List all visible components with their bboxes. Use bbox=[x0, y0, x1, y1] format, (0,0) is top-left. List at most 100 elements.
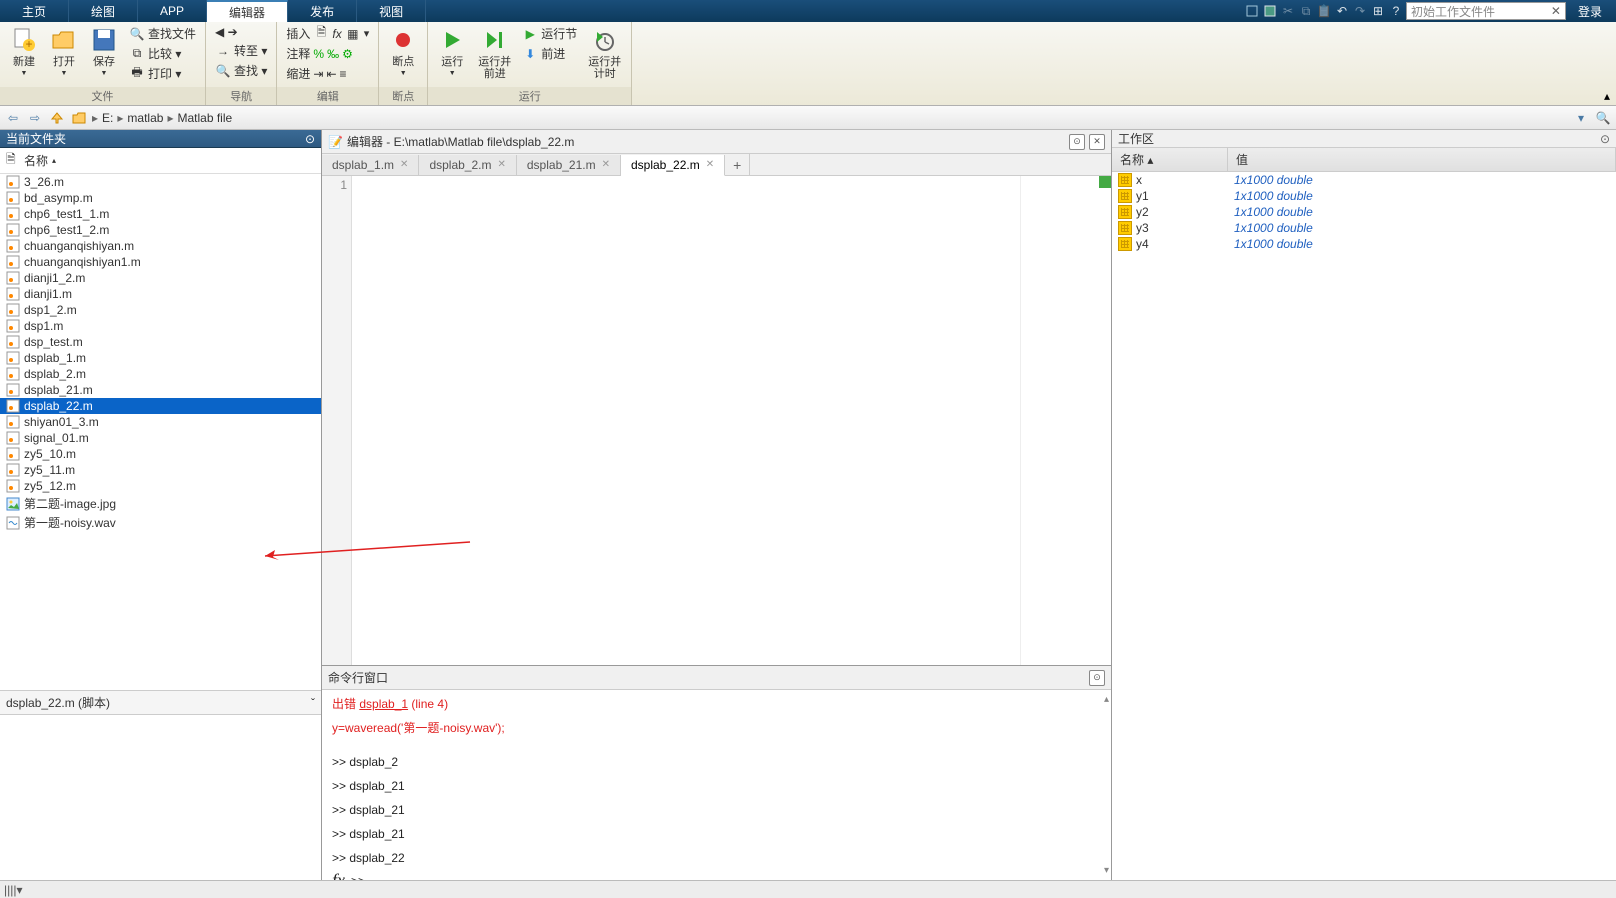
workspace-var[interactable]: y11x1000 double bbox=[1112, 188, 1616, 204]
file-item[interactable]: zy5_12.m bbox=[0, 478, 321, 494]
workspace-menu-icon[interactable]: ⊙ bbox=[1600, 132, 1610, 146]
menu-tab-view[interactable]: 视图 bbox=[357, 0, 426, 22]
file-item[interactable]: chp6_test1_1.m bbox=[0, 206, 321, 222]
redo-icon[interactable]: ↷ bbox=[1352, 3, 1368, 19]
save-icon[interactable] bbox=[1262, 3, 1278, 19]
menu-tab-publish[interactable]: 发布 bbox=[288, 0, 357, 22]
qat-icon-1[interactable] bbox=[1244, 3, 1260, 19]
file-item[interactable]: shiyan01_3.m bbox=[0, 414, 321, 430]
file-item[interactable]: dianji1.m bbox=[0, 286, 321, 302]
open-button[interactable]: 打开▼ bbox=[46, 24, 82, 82]
login-button[interactable]: 登录 bbox=[1568, 3, 1612, 20]
run-button[interactable]: 运行▼ bbox=[434, 24, 470, 82]
tab-add-button[interactable]: + bbox=[725, 154, 750, 176]
ws-col-name[interactable]: 名称 ▴ bbox=[1112, 148, 1228, 171]
file-item[interactable]: 3_26.m bbox=[0, 174, 321, 190]
menu-tab-home[interactable]: 主页 bbox=[0, 0, 69, 22]
comment-button[interactable]: 注释 % ‰ ⚙ bbox=[283, 44, 372, 63]
tab-close-icon[interactable]: ✕ bbox=[706, 159, 714, 170]
advance-button[interactable]: ⬇前进 bbox=[519, 44, 580, 63]
file-item[interactable]: zy5_11.m bbox=[0, 462, 321, 478]
tab-close-icon[interactable]: ✕ bbox=[602, 159, 610, 170]
run-time-button[interactable]: 运行并 计时 bbox=[584, 24, 625, 82]
menu-tab-editor[interactable]: 编辑器 bbox=[207, 0, 288, 22]
path-search-icon[interactable]: 🔍 bbox=[1594, 109, 1612, 127]
run-advance-button[interactable]: 运行并 前进 bbox=[474, 24, 515, 82]
copy-icon[interactable]: ⧉ bbox=[1298, 3, 1314, 19]
file-item[interactable]: dsplab_22.m bbox=[0, 398, 321, 414]
ws-col-value[interactable]: 值 bbox=[1228, 148, 1616, 171]
search-input[interactable]: 初始工作文件件✕ bbox=[1406, 2, 1566, 20]
editor-dock-icon[interactable]: ⊙ bbox=[1069, 134, 1085, 150]
indent-button[interactable]: 缩进 ⇥ ⇤ ≡ bbox=[283, 64, 372, 83]
path-part-0[interactable]: matlab bbox=[127, 111, 163, 125]
help-icon[interactable]: ? bbox=[1388, 3, 1404, 19]
path-part-1[interactable]: Matlab file bbox=[177, 111, 232, 125]
editor-content[interactable] bbox=[352, 176, 1111, 665]
file-item[interactable]: dianji1_2.m bbox=[0, 270, 321, 286]
file-item[interactable]: 第二题-image.jpg bbox=[0, 494, 321, 513]
folder-col-header[interactable]: 🗎名称▴ bbox=[0, 148, 321, 174]
path-dropdown-icon[interactable]: ▾ bbox=[1572, 109, 1590, 127]
paste-icon[interactable]: 📋 bbox=[1316, 3, 1332, 19]
menu-tab-plots[interactable]: 绘图 bbox=[69, 0, 138, 22]
findfiles-button[interactable]: 🔍查找文件 bbox=[126, 24, 199, 43]
goto-button[interactable]: ◀ ➔ bbox=[212, 24, 270, 40]
workspace-var[interactable]: x1x1000 double bbox=[1112, 172, 1616, 188]
save-button[interactable]: 保存▼ bbox=[86, 24, 122, 82]
editor-tab[interactable]: dsplab_22.m✕ bbox=[621, 155, 725, 176]
new-button[interactable]: +新建▼ bbox=[6, 24, 42, 82]
file-item[interactable]: chp6_test1_2.m bbox=[0, 222, 321, 238]
file-item[interactable]: dsp1_2.m bbox=[0, 302, 321, 318]
tab-close-icon[interactable]: ✕ bbox=[497, 159, 505, 170]
file-item[interactable]: chuanganqishiyan.m bbox=[0, 238, 321, 254]
breadcrumb[interactable]: ▸ E: ▸ matlab ▸ Matlab file bbox=[92, 111, 232, 125]
folder-icon[interactable] bbox=[70, 109, 88, 127]
file-item[interactable]: 第一题-noisy.wav bbox=[0, 513, 321, 532]
panel-menu-icon[interactable]: ⊙ bbox=[305, 132, 315, 146]
file-item[interactable]: dsplab_2.m bbox=[0, 366, 321, 382]
print-button[interactable]: 🖶打印 ▾ bbox=[126, 64, 199, 83]
file-item[interactable]: dsplab_1.m bbox=[0, 350, 321, 366]
qat-icon-8[interactable]: ⊞ bbox=[1370, 3, 1386, 19]
cut-icon[interactable]: ✂ bbox=[1280, 3, 1296, 19]
run-section-button[interactable]: ▶运行节 bbox=[519, 24, 580, 43]
cmd-prompt[interactable]: fx>> bbox=[332, 870, 1101, 880]
forward-button[interactable]: ⇨ bbox=[26, 109, 44, 127]
editor-tab[interactable]: dsplab_2.m✕ bbox=[419, 155, 516, 175]
command-window[interactable]: 出错 dsplab_1 (line 4) y=waveread('第一题-noi… bbox=[322, 690, 1111, 880]
editor-body[interactable]: 1 bbox=[322, 176, 1111, 665]
cmd-scroll-up[interactable]: ▴ bbox=[1104, 694, 1109, 705]
cmd-error-link[interactable]: dsplab_1 bbox=[359, 697, 408, 711]
cmd-dock-icon[interactable]: ⊙ bbox=[1089, 670, 1105, 686]
file-item[interactable]: chuanganqishiyan1.m bbox=[0, 254, 321, 270]
workspace-var[interactable]: y41x1000 double bbox=[1112, 236, 1616, 252]
path-drive[interactable]: E: bbox=[102, 111, 113, 125]
up-button[interactable] bbox=[48, 109, 66, 127]
insert-button[interactable]: 插入🗎fx▦▾ bbox=[283, 24, 372, 43]
details-header[interactable]: dsplab_22.m (脚本)ˇ bbox=[0, 690, 321, 715]
file-item[interactable]: zy5_10.m bbox=[0, 446, 321, 462]
find-button[interactable]: 🔍查找 ▾ bbox=[212, 61, 270, 80]
tab-close-icon[interactable]: ✕ bbox=[400, 159, 408, 170]
cmd-scroll-down[interactable]: ▾ bbox=[1104, 865, 1109, 876]
file-item[interactable]: dsp_test.m bbox=[0, 334, 321, 350]
breakpoint-button[interactable]: 断点▼ bbox=[385, 24, 421, 82]
menu-tab-apps[interactable]: APP bbox=[138, 0, 207, 22]
editor-tab[interactable]: dsplab_1.m✕ bbox=[322, 155, 419, 175]
fx-icon[interactable]: fx bbox=[332, 870, 345, 880]
back-button[interactable]: ⇦ bbox=[4, 109, 22, 127]
file-item[interactable]: dsplab_21.m bbox=[0, 382, 321, 398]
file-item[interactable]: signal_01.m bbox=[0, 430, 321, 446]
file-item[interactable]: bd_asymp.m bbox=[0, 190, 321, 206]
code-analyzer-icon[interactable] bbox=[1099, 176, 1111, 188]
gotoline-button[interactable]: →转至 ▾ bbox=[212, 41, 270, 60]
editor-tab[interactable]: dsplab_21.m✕ bbox=[517, 155, 621, 175]
ribbon-collapse-icon[interactable]: ▴ bbox=[1604, 89, 1610, 103]
workspace-var[interactable]: y31x1000 double bbox=[1112, 220, 1616, 236]
undo-icon[interactable]: ↶ bbox=[1334, 3, 1350, 19]
workspace-var[interactable]: y21x1000 double bbox=[1112, 204, 1616, 220]
file-item[interactable]: dsp1.m bbox=[0, 318, 321, 334]
editor-close-icon[interactable]: ✕ bbox=[1089, 134, 1105, 150]
compare-button[interactable]: ⧉比较 ▾ bbox=[126, 44, 199, 63]
